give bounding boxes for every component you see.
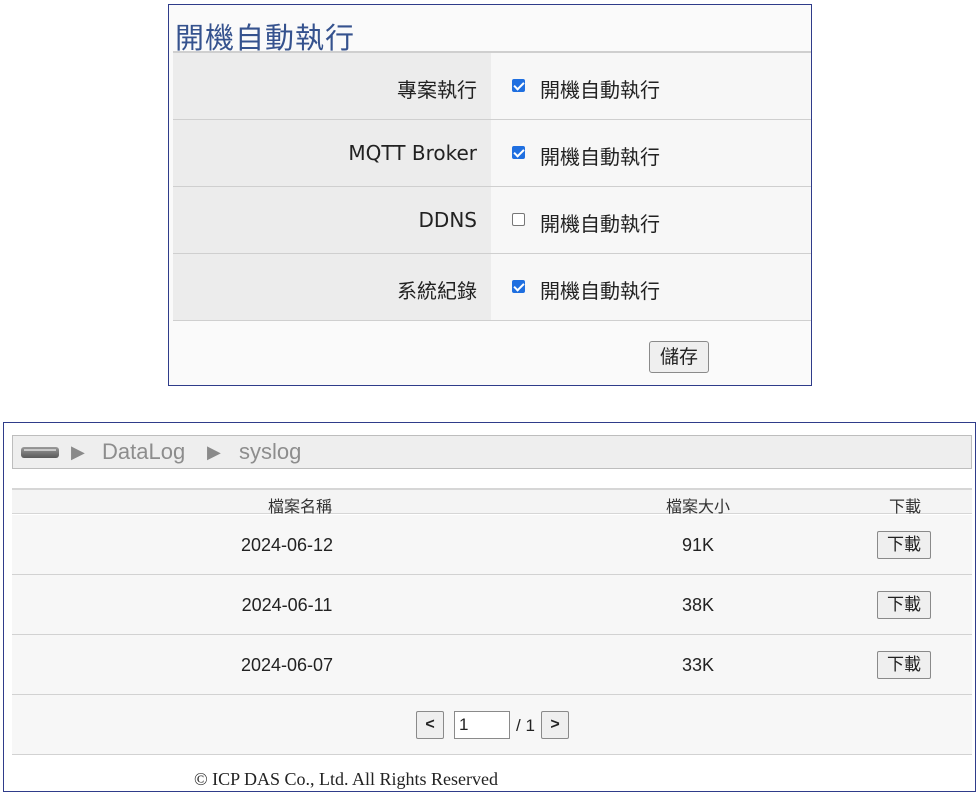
label-cell: DDNS	[173, 187, 491, 253]
checkbox-label[interactable]: 開機自動執行	[540, 208, 660, 237]
label-cell: 系統紀錄	[173, 254, 491, 320]
file-name: 2024-06-12	[240, 535, 334, 555]
page-total: / 1	[516, 716, 535, 735]
breadcrumb-item-datalog[interactable]: DataLog	[102, 439, 185, 465]
file-size: 91K	[681, 535, 715, 555]
copyright-footer: © ICP DAS Co., Ltd. All Rights Reserved	[194, 769, 499, 789]
table-row: 2024-06-11 38K 下載	[12, 575, 972, 635]
file-size: 33K	[681, 655, 715, 675]
checkbox-label[interactable]: 開機自動執行	[540, 74, 660, 103]
setting-label: DDNS	[418, 208, 477, 232]
drive-icon[interactable]	[21, 447, 59, 458]
setting-label: 系統紀錄	[397, 279, 477, 303]
breadcrumb-arrow-icon: ▶	[71, 442, 85, 462]
setting-label: 專案執行	[397, 78, 477, 102]
autostart-checkbox-syslog[interactable]	[512, 280, 525, 293]
autostart-checkbox-project[interactable]	[512, 79, 525, 92]
setting-row-ddns: DDNS 開機自動執行	[173, 187, 811, 254]
checkbox-label[interactable]: 開機自動執行	[540, 275, 660, 304]
setting-row-syslog: 系統紀錄 開機自動執行	[173, 254, 811, 321]
breadcrumb-item-syslog[interactable]: syslog	[239, 439, 301, 465]
file-name: 2024-06-11	[241, 595, 333, 615]
autostart-checkbox-mqtt[interactable]	[512, 146, 525, 159]
download-button[interactable]: 下載	[877, 531, 931, 559]
table-row: 2024-06-12 91K 下載	[12, 515, 972, 575]
file-name: 2024-06-07	[240, 655, 334, 675]
column-header-size: 檔案大小	[665, 497, 731, 516]
table-header: 檔案名稱 檔案大小 下載	[12, 488, 972, 516]
setting-row-mqtt: MQTT Broker 開機自動執行	[173, 120, 811, 187]
autostart-checkbox-ddns[interactable]	[512, 213, 525, 226]
download-button[interactable]: 下載	[877, 591, 931, 619]
save-button[interactable]: 儲存	[649, 341, 709, 373]
checkbox-label[interactable]: 開機自動執行	[540, 141, 660, 170]
pagination: < / 1 >	[12, 695, 972, 755]
breadcrumb: ▶ DataLog ▶ syslog	[12, 435, 972, 469]
setting-row-project: 專案執行 開機自動執行	[173, 53, 811, 120]
setting-label: MQTT Broker	[348, 141, 477, 165]
download-button[interactable]: 下載	[877, 651, 931, 679]
file-size: 38K	[681, 595, 715, 615]
table-row: 2024-06-07 33K 下載	[12, 635, 972, 695]
page-number-input[interactable]	[454, 711, 510, 739]
label-cell: 專案執行	[173, 53, 491, 119]
next-page-button[interactable]: >	[541, 711, 569, 739]
breadcrumb-arrow-icon: ▶	[207, 442, 221, 462]
prev-page-button[interactable]: <	[416, 711, 444, 739]
label-cell: MQTT Broker	[173, 120, 491, 186]
autostart-panel: 開機自動執行 專案執行 開機自動執行 MQTT Broker 開機自動執行 DD…	[168, 4, 812, 386]
file-browser-panel: ▶ DataLog ▶ syslog 檔案名稱 檔案大小 下載 2024-06-…	[3, 422, 976, 792]
column-header-name: 檔案名稱	[267, 497, 333, 516]
column-header-download: 下載	[888, 497, 922, 516]
